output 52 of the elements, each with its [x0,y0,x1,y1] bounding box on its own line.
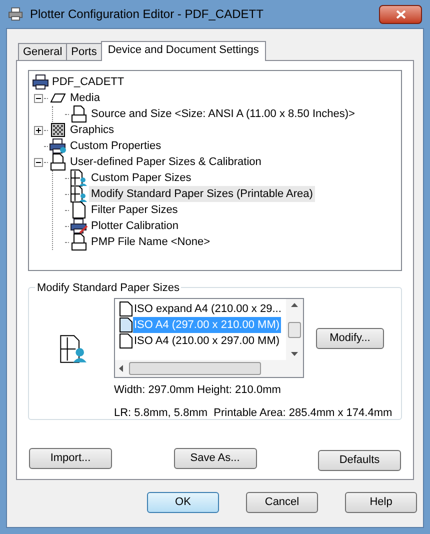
paper-tray-icon [71,233,87,251]
tree-item[interactable]: PDF_CADETT [50,74,126,90]
checkered-icon [51,123,65,137]
group-title: Modify Standard Paper Sizes [35,280,182,296]
paper-tray-icon [50,153,66,171]
horizontal-scrollbar[interactable] [115,360,303,377]
printer-icon [32,74,50,90]
tab[interactable]: Ports [66,43,102,61]
tab[interactable]: Device and Document Settings [100,41,266,61]
page-icon [119,333,133,349]
tree-item[interactable]: Filter Paper Sizes [89,202,180,218]
collapse-toggle[interactable] [34,94,42,102]
paper-size-icon [59,333,89,365]
page-icon [72,201,86,219]
parallelogram-icon [50,93,66,103]
list-item[interactable]: ISO expand A4 (210.00 x 29... [133,300,282,318]
tree-item[interactable]: Modify Standard Paper Sizes (Printable Area) [89,186,315,202]
left-arrow-icon[interactable] [119,365,123,372]
cancel-button[interactable]: Cancel [246,492,318,513]
tree-item[interactable]: PMP File Name <None> [89,234,212,250]
ok-button[interactable]: OK [147,492,219,513]
printable-area-info: LR: 5.8mm, 5.8mm Printable Area: 285.4mm x 174.4mm [114,406,394,420]
tree-item[interactable]: Graphics [68,122,116,138]
tree-item[interactable]: User-defined Paper Sizes & Calibration [68,154,264,170]
modify-button[interactable]: Modify... [316,328,384,348]
tab[interactable]: General [18,43,68,61]
printer-icon [8,7,24,21]
down-arrow-icon[interactable] [291,352,298,356]
tree-item[interactable]: Custom Properties [68,138,164,154]
tree-item[interactable]: Source and Size <Size: ANSI A (11.00 x 8.50 Inches)> [89,106,357,122]
save-as-button[interactable]: Save As... [174,448,256,469]
defaults-button[interactable]: Defaults [318,450,401,471]
tree-item[interactable]: Custom Paper Sizes [89,170,194,186]
paper-size-icon [70,169,88,187]
close-button[interactable] [379,4,422,24]
page-icon [119,301,133,317]
paper-tray-icon [71,105,87,123]
window-title: Plotter Configuration Editor - PDF_CADETT [30,6,264,23]
printer-icon [70,218,88,234]
paper-size-icon [70,185,88,203]
printer-icon [49,138,67,154]
collapse-toggle[interactable] [34,158,42,166]
tree-item[interactable]: Plotter Calibration [89,218,180,234]
close-icon [396,10,406,18]
vertical-scrollbar[interactable] [286,299,303,360]
help-button[interactable]: Help [345,492,417,513]
list-item[interactable]: ISO A4 (210.00 x 297.00 MM) [133,332,281,350]
tree-item[interactable]: Media [68,90,102,106]
up-arrow-icon[interactable] [291,303,298,307]
expand-toggle[interactable] [34,126,42,134]
paper-dimensions: Width: 297.0mm Height: 210.0mm [114,383,282,398]
import-button[interactable]: Import... [29,448,112,469]
